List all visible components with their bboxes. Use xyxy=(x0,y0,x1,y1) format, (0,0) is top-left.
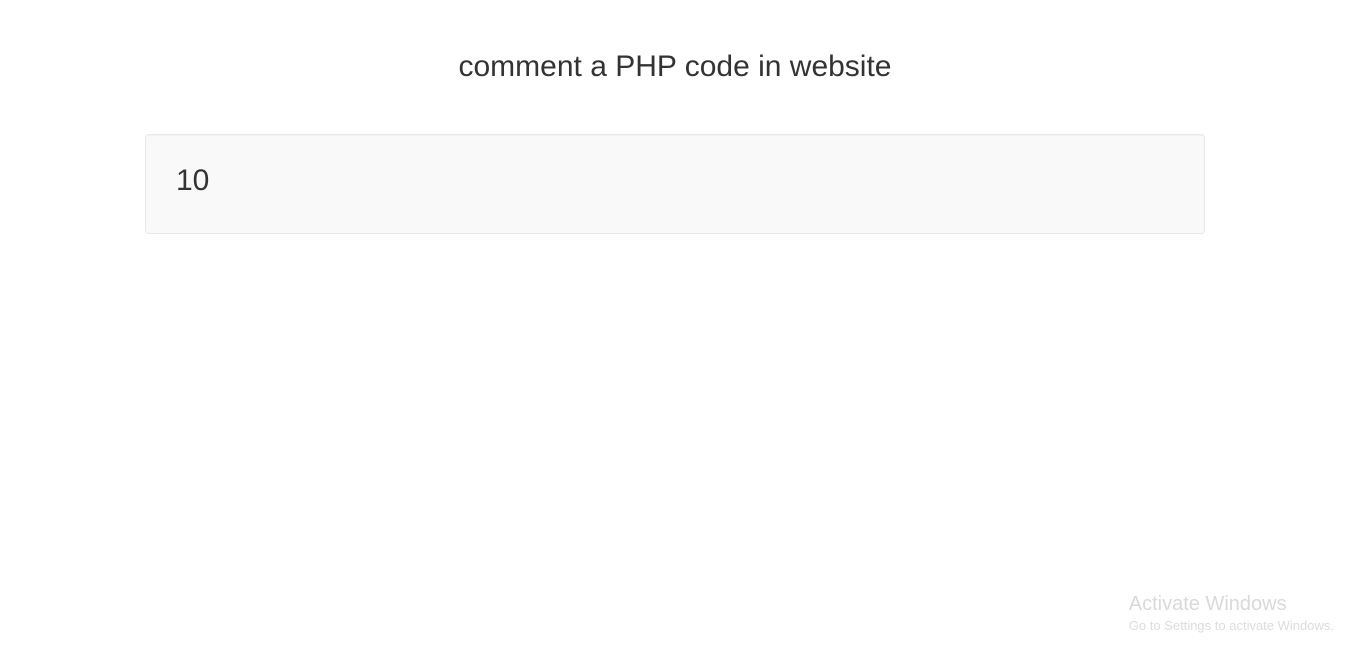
output-well: 10 xyxy=(145,134,1205,234)
windows-activation-watermark: Activate Windows Go to Settings to activ… xyxy=(1129,593,1334,633)
main-content: comment a PHP code in website 10 xyxy=(145,0,1205,234)
watermark-subtitle: Go to Settings to activate Windows. xyxy=(1129,618,1334,633)
page-title: comment a PHP code in website xyxy=(145,50,1205,84)
output-value: 10 xyxy=(176,163,1174,199)
watermark-title: Activate Windows xyxy=(1129,593,1334,616)
